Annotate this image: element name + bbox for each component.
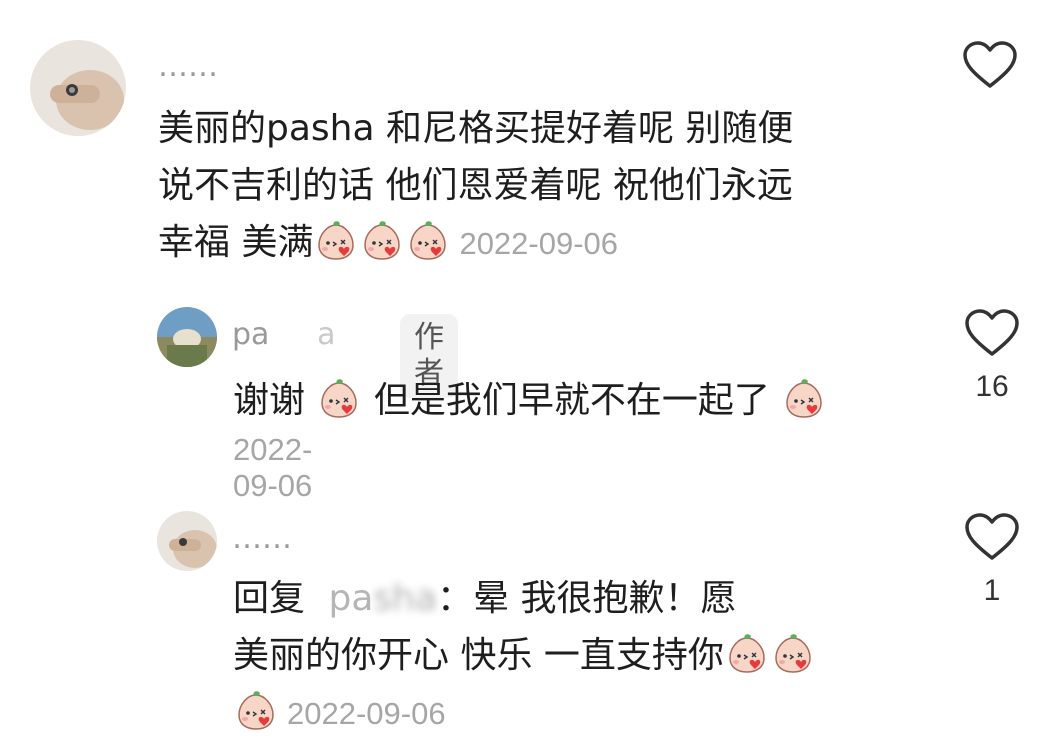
reply-to-visible: pa xyxy=(328,578,374,619)
comment-line: 2022-09-06 xyxy=(233,684,816,742)
avatar-image xyxy=(157,511,217,571)
comment-line: 说不吉利的话 他们恩爱着呢 祝他们永远 xyxy=(158,165,793,206)
reply-to-hidden: sha xyxy=(373,578,438,619)
comment-text-part: 但是我们早就不在一起了 xyxy=(373,380,770,421)
comment-line: 美丽的pasha 和尼格买提好着呢 别随便 xyxy=(158,108,794,149)
reply-prefix: 回复 xyxy=(233,578,306,619)
avatar[interactable] xyxy=(30,40,126,136)
like-button[interactable]: 16 xyxy=(964,308,1020,404)
like-count: 16 xyxy=(975,370,1009,403)
comment-text-part: 美丽的你开心 快乐 一直支持你 xyxy=(233,635,724,676)
peach-kiss-emoji-icon xyxy=(782,376,826,420)
peach-kiss-emoji-icon xyxy=(317,376,361,420)
username-suffix: a xyxy=(317,317,336,352)
peach-kiss-emoji-icon xyxy=(725,631,769,675)
username[interactable]: pa a xyxy=(232,320,336,350)
peach-kiss-emoji-icon xyxy=(314,218,358,262)
username[interactable]: …… xyxy=(232,524,292,554)
comment-text: 美丽的pasha 和尼格买提好着呢 别随便 说不吉利的话 他们恩爱着呢 祝他们永… xyxy=(158,100,793,272)
comment-text-part: ：晕 我很抱歉！愿 xyxy=(437,578,737,619)
avatar[interactable] xyxy=(157,307,217,367)
heart-outline-icon xyxy=(964,512,1020,562)
comment-line: 幸福 美满 xyxy=(158,222,314,263)
heart-outline-icon xyxy=(962,40,1018,90)
like-count: 1 xyxy=(983,574,1001,607)
comment-date: 2022-09-06 xyxy=(233,432,313,503)
avatar[interactable] xyxy=(157,511,217,571)
comment-text: 回复 pasha：晕 我很抱歉！愿 美丽的你开心 快乐 一直支持你 2022-0… xyxy=(233,570,816,742)
comment-text: 谢谢 但是我们早就不在一起了 xyxy=(233,372,827,429)
username[interactable]: …… xyxy=(158,52,218,82)
comment-line: 回复 pasha：晕 我很抱歉！愿 xyxy=(233,570,816,627)
comment-line: 美丽的你开心 快乐 一直支持你 xyxy=(233,627,816,684)
like-button[interactable] xyxy=(962,40,1018,102)
username-visible: pa xyxy=(232,317,270,352)
comment-text-part: 谢谢 xyxy=(233,380,306,421)
heart-outline-icon xyxy=(964,308,1020,358)
peach-kiss-emoji-icon xyxy=(406,218,450,262)
comment-date: 2022-09-06 xyxy=(459,226,619,261)
comment-date: 2022-09-06 xyxy=(287,696,446,731)
like-button[interactable]: 1 xyxy=(964,512,1020,608)
comment-line-last: 幸福 美满 2022-09-06 xyxy=(158,214,793,272)
reply-to-user[interactable]: pasha xyxy=(328,578,437,619)
peach-kiss-emoji-icon xyxy=(360,218,404,262)
peach-kiss-emoji-icon xyxy=(234,688,278,732)
avatar-image xyxy=(30,40,126,136)
peach-kiss-emoji-icon xyxy=(771,631,815,675)
username-hidden xyxy=(269,317,317,352)
avatar-image xyxy=(157,307,217,367)
